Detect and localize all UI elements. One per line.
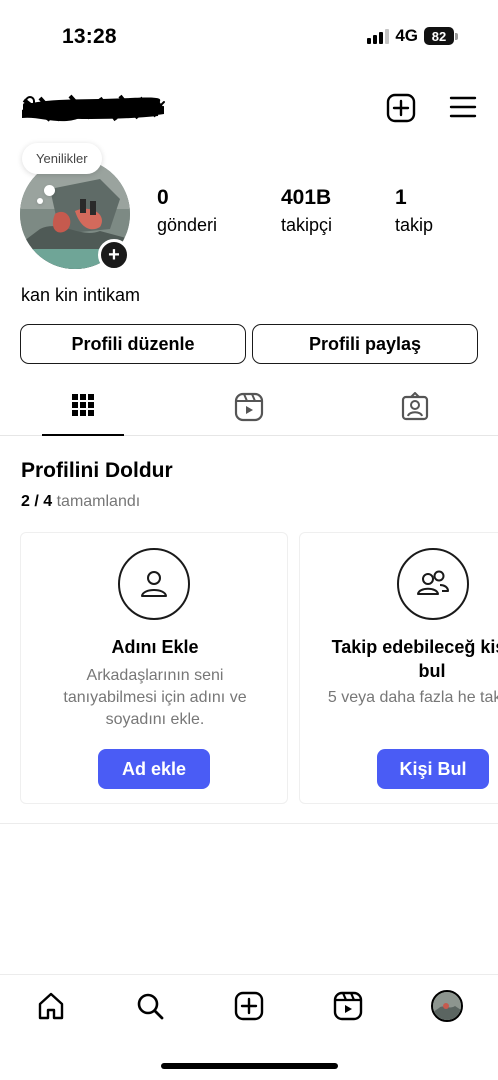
tagged-icon — [401, 392, 429, 421]
tab-reels[interactable] — [208, 386, 290, 436]
profile-tabs — [0, 386, 498, 436]
status-bar: 13:28 4G 82 — [0, 0, 498, 70]
reels-icon — [333, 991, 363, 1021]
card-title: Adını Ekle — [111, 637, 199, 657]
following-count: 1 — [395, 186, 407, 209]
create-icon — [234, 991, 264, 1021]
network-type: 4G — [395, 26, 418, 45]
followers-count: 401B — [281, 186, 332, 209]
add-name-card: Adını Ekle Arkadaşlarının seni tanıyabil… — [20, 532, 288, 804]
stat-following[interactable]: 1 takip — [395, 186, 433, 236]
nav-create[interactable] — [232, 989, 266, 1023]
notes-bubble-dot — [37, 198, 43, 204]
edit-profile-button[interactable]: Profili düzenle — [20, 324, 246, 364]
nav-search[interactable] — [133, 989, 167, 1023]
reels-icon — [234, 392, 264, 422]
profile-avatar-small — [431, 990, 463, 1022]
grid-icon — [72, 394, 94, 416]
home-icon — [38, 992, 64, 1020]
stat-followers[interactable]: 401B takipçi — [281, 186, 332, 236]
username-switcher[interactable] — [20, 90, 166, 124]
complete-profile-title: Profilini Doldur — [21, 459, 173, 482]
status-indicators: 4G 82 — [367, 26, 458, 46]
person-icon — [118, 548, 190, 620]
battery-level: 82 — [424, 27, 454, 45]
card-description: Arkadaşlarının seni tanıyabilmesi için a… — [63, 667, 247, 728]
status-time: 13:28 — [62, 25, 117, 48]
card-title: Takip edebileceğ kişiler bul — [300, 635, 498, 683]
battery-icon: 82 — [424, 27, 458, 45]
card-title-text: Takip edebileceğ kişiler bul — [331, 637, 498, 681]
following-label: takip — [395, 215, 434, 235]
plus-square-icon[interactable] — [386, 93, 416, 123]
progress-label: tamamlandı — [56, 493, 141, 510]
share-profile-button[interactable]: Profili paylaş — [252, 324, 478, 364]
add-story-button[interactable]: + — [98, 239, 130, 271]
tab-tagged[interactable] — [374, 386, 456, 436]
stat-posts[interactable]: 0 gönderi — [157, 186, 217, 236]
search-icon — [137, 993, 164, 1020]
notes-bubble[interactable]: Yenilikler — [22, 143, 102, 174]
signal-icon — [367, 28, 390, 44]
nav-profile[interactable] — [430, 989, 464, 1023]
profile-header — [0, 84, 498, 130]
home-indicator — [161, 1063, 338, 1069]
hamburger-menu-icon[interactable] — [449, 94, 477, 120]
progress-count: 2 / 4 — [21, 493, 53, 510]
nav-home[interactable] — [34, 989, 68, 1023]
section-divider — [0, 823, 498, 824]
people-icon — [397, 548, 469, 620]
card-description: 5 veya daha fazla he takip et. — [327, 689, 498, 706]
followers-label: takipçi — [281, 215, 333, 235]
tab-posts-grid[interactable] — [42, 386, 124, 436]
posts-label: gönderi — [157, 215, 218, 235]
bottom-nav — [0, 974, 498, 1038]
profile-bio: kan kin intikam — [21, 285, 141, 305]
find-people-card: Takip edebileceğ kişiler bul 5 veya daha… — [299, 532, 498, 804]
find-people-button[interactable]: Kişi Bul — [377, 749, 489, 789]
add-name-button[interactable]: Ad ekle — [98, 749, 210, 789]
posts-count: 0 — [157, 186, 169, 209]
chevron-down-icon[interactable] — [152, 98, 166, 112]
nav-reels[interactable] — [331, 989, 365, 1023]
notes-bubble-dot — [44, 185, 55, 196]
complete-profile-progress: 2 / 4 tamamlandı — [21, 493, 140, 511]
